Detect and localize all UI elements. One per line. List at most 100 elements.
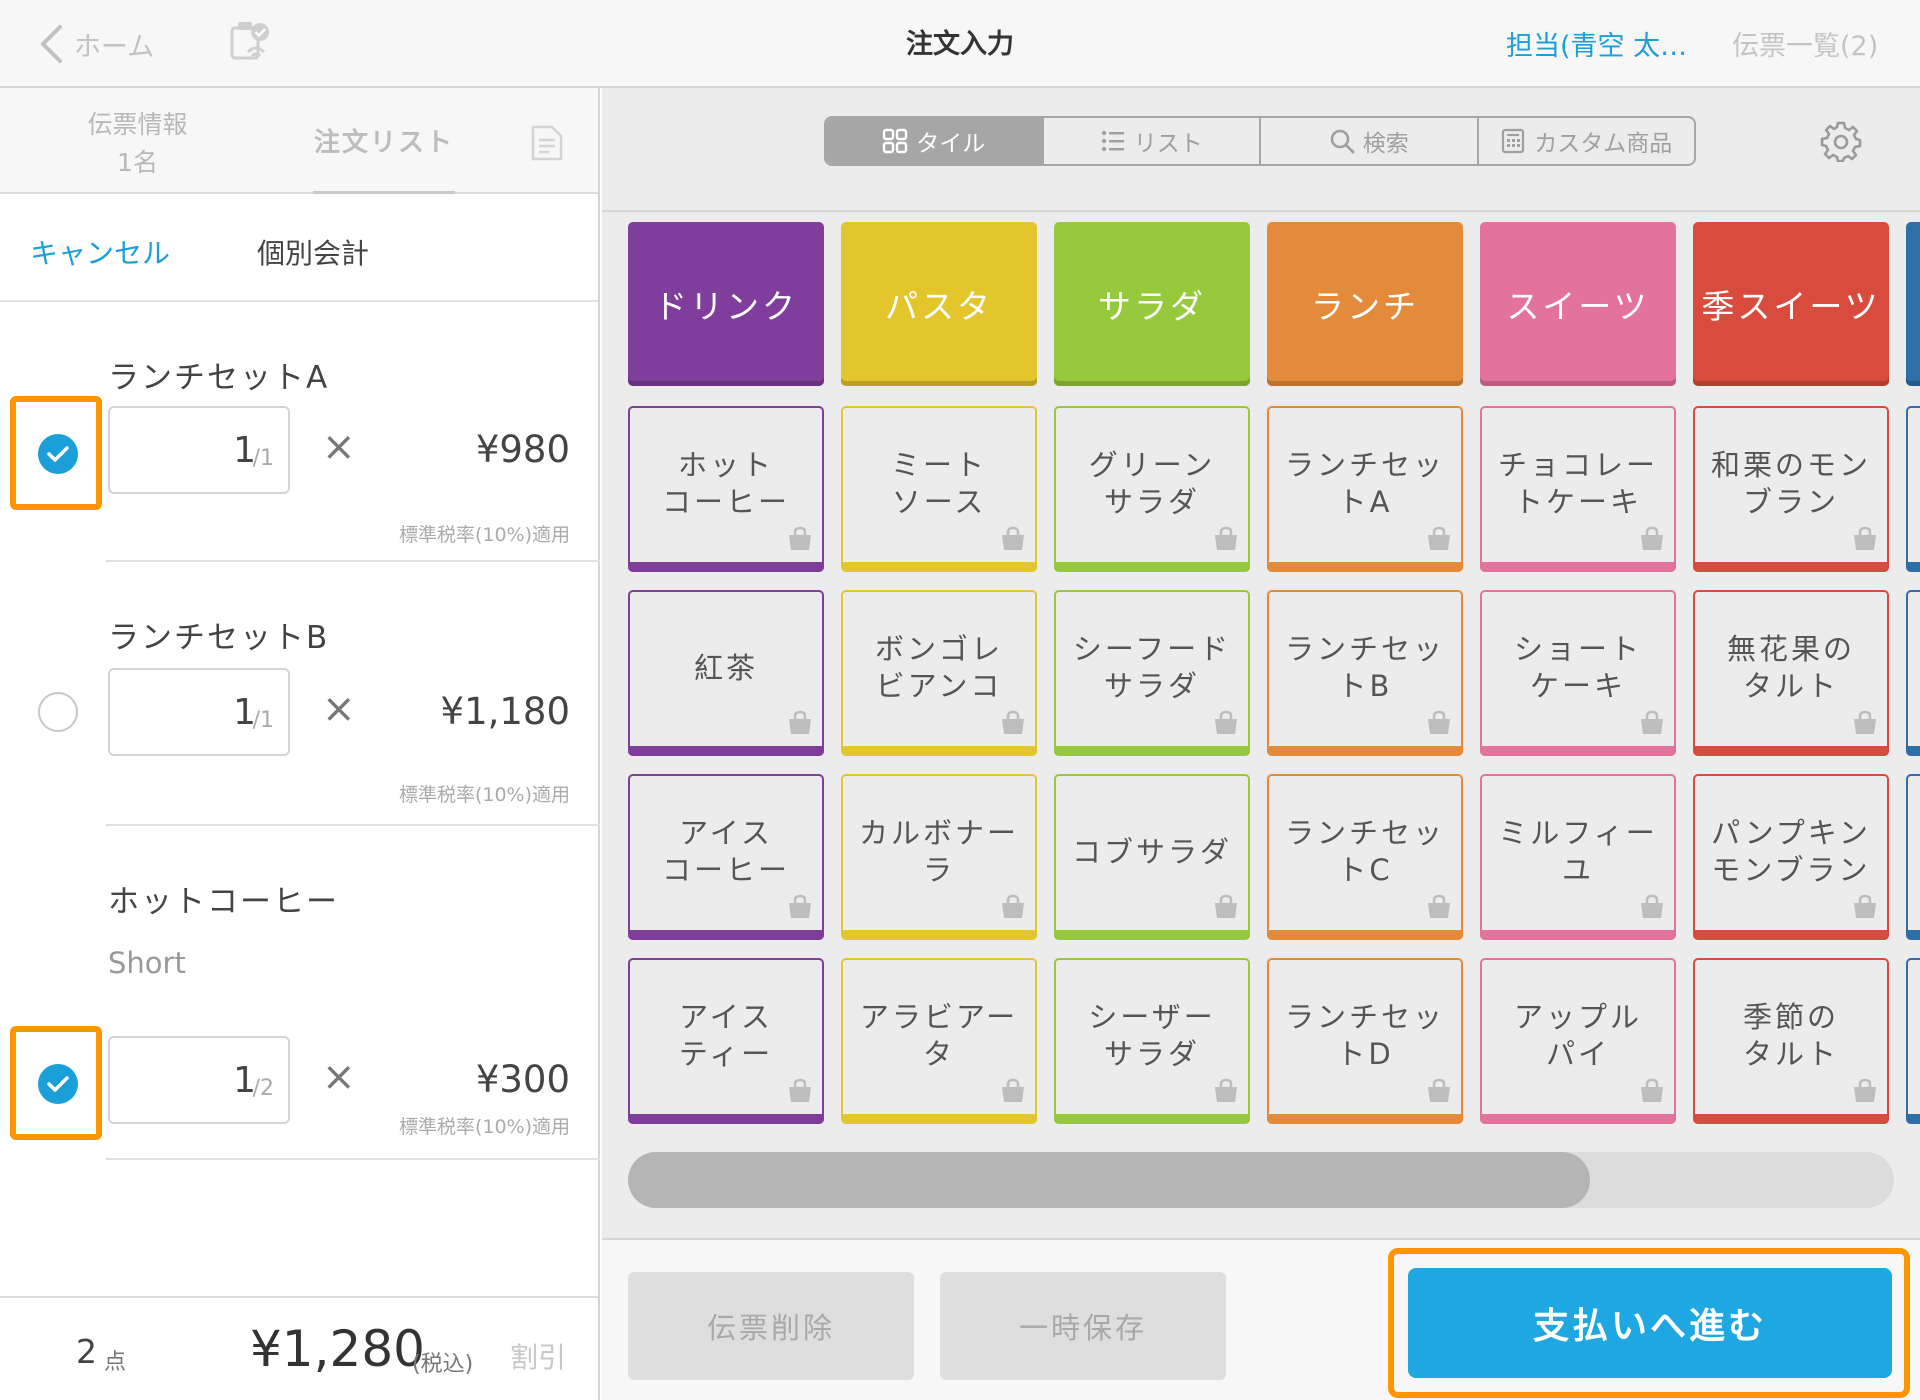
checkmark-icon xyxy=(47,446,69,462)
tab-order-list[interactable]: 注文リスト xyxy=(313,88,455,194)
product-tile[interactable]: シーザー サラダ xyxy=(1054,958,1250,1124)
product-tile[interactable]: チョコレー トケーキ xyxy=(1480,406,1676,572)
quantity-field[interactable]: 1 /1 xyxy=(108,406,290,494)
product-tile[interactable]: ミート ソース xyxy=(841,406,1037,572)
category-tile[interactable]: スイーツ xyxy=(1480,222,1676,386)
category-tile[interactable]: 季スイーツ xyxy=(1693,222,1889,386)
category-tile[interactable]: サラダ xyxy=(1054,222,1250,386)
product-tile[interactable] xyxy=(1906,774,1920,940)
sync-status-icon[interactable] xyxy=(226,18,274,66)
order-item-checkbox[interactable] xyxy=(38,1064,78,1104)
product-tile[interactable]: 無花果の タルト xyxy=(1693,590,1889,756)
order-panel: 伝票情報 1名 注文リスト キャンセル 個別会計 ランチセットA 1 /1 × … xyxy=(0,88,600,1400)
quantity-total: /1 xyxy=(252,708,274,733)
view-mode-list[interactable]: リスト xyxy=(1041,118,1260,164)
category-color-bar xyxy=(1906,562,1920,572)
order-item-name: ホットコーヒー xyxy=(108,884,339,920)
product-tile[interactable]: 紅茶 xyxy=(628,590,824,756)
tab-slip-info[interactable]: 伝票情報 1名 xyxy=(60,106,215,182)
takeout-bag-icon xyxy=(786,526,814,552)
category-color-bar xyxy=(1480,746,1676,756)
order-item-lunch-set-a: ランチセットA 1 /1 × ¥980 標準税率(10%)適用 xyxy=(0,302,600,562)
category-color-bar xyxy=(1054,930,1250,940)
document-icon[interactable] xyxy=(530,124,564,162)
product-tile[interactable]: ランチセッ トA xyxy=(1267,406,1463,572)
product-tile[interactable]: パンプキン モンブラン xyxy=(1693,774,1889,940)
takeout-bag-icon xyxy=(999,710,1027,736)
category-tile[interactable] xyxy=(1906,222,1920,386)
category-color-bar xyxy=(1480,930,1676,940)
product-tile[interactable]: カルボナー ラ xyxy=(841,774,1037,940)
product-tile[interactable]: アラビアー タ xyxy=(841,958,1037,1124)
product-tile[interactable] xyxy=(1906,958,1920,1124)
category-color-bar xyxy=(1693,1114,1889,1124)
product-tile-grid: ドリンク パスタ サラダ ランチ スイーツ 季スイーツホット コーヒー ミート ソース グリー… xyxy=(628,222,1920,1142)
product-tile[interactable]: アップル パイ xyxy=(1480,958,1676,1124)
takeout-bag-icon xyxy=(786,1078,814,1104)
takeout-bag-icon xyxy=(1851,894,1879,920)
product-tile[interactable]: 和栗のモン ブラン xyxy=(1693,406,1889,572)
takeout-bag-icon xyxy=(1638,526,1666,552)
list-icon xyxy=(1101,130,1124,152)
category-color-bar xyxy=(1267,930,1463,940)
takeout-bag-icon xyxy=(1212,526,1240,552)
view-mode-custom-product[interactable]: カスタム商品 xyxy=(1476,118,1695,164)
order-item-checkbox[interactable] xyxy=(38,434,78,474)
back-button[interactable]: ホーム xyxy=(38,20,154,68)
product-tile[interactable]: コブサラダ xyxy=(1054,774,1250,940)
order-panel-tabs: 伝票情報 1名 注文リスト xyxy=(0,88,598,194)
takeout-bag-icon xyxy=(1638,1078,1666,1104)
product-tile[interactable]: ミルフィー ユ xyxy=(1480,774,1676,940)
category-tile[interactable]: ドリンク xyxy=(628,222,824,386)
discount-button[interactable]: 割引 xyxy=(510,1336,566,1376)
proceed-payment-button[interactable]: 支払いへ進む xyxy=(1408,1268,1892,1378)
order-item-lunch-set-b: ランチセットB 1 /1 × ¥1,180 標準税率(10%)適用 xyxy=(0,562,600,826)
view-mode-tile[interactable]: タイル xyxy=(826,118,1042,164)
product-tile[interactable] xyxy=(1906,406,1920,572)
order-totals-bar: 2 点 ¥1,280 (税込) 割引 xyxy=(0,1296,598,1400)
product-tile[interactable]: ショート ケーキ xyxy=(1480,590,1676,756)
product-tile[interactable]: ランチセッ トC xyxy=(1267,774,1463,940)
order-item-checkbox[interactable] xyxy=(38,692,78,732)
horizontal-scrollbar[interactable] xyxy=(628,1152,1894,1208)
category-tile[interactable]: ランチ xyxy=(1267,222,1463,386)
temp-save-button[interactable]: 一時保存 xyxy=(940,1272,1226,1380)
product-tile[interactable]: アイス ティー xyxy=(628,958,824,1124)
cancel-button[interactable]: キャンセル xyxy=(30,232,170,272)
product-tile[interactable]: 季節の タルト xyxy=(1693,958,1889,1124)
scrollbar-thumb[interactable] xyxy=(628,1152,1591,1208)
product-panel: タイル リスト 検索 カスタム商品 ドリンク パスタ サラダ ランチ スイーツ 季スイーツ… xyxy=(602,88,1920,1400)
panel-divider xyxy=(602,210,1920,212)
product-tile[interactable]: ランチセッ トD xyxy=(1267,958,1463,1124)
multiply-sign: × xyxy=(322,686,356,732)
gear-icon[interactable] xyxy=(1820,120,1862,162)
takeout-bag-icon xyxy=(1425,710,1453,736)
product-tile[interactable]: ホット コーヒー xyxy=(628,406,824,572)
category-color-bar xyxy=(628,562,824,572)
slip-list-button[interactable]: 伝票一覧(2) xyxy=(1732,24,1878,63)
category-color-bar xyxy=(1267,562,1463,572)
product-tile-label xyxy=(1908,960,1920,1112)
takeout-bag-icon xyxy=(1212,1078,1240,1104)
product-tile[interactable]: アイス コーヒー xyxy=(628,774,824,940)
split-payment-button[interactable]: 個別会計 xyxy=(257,232,369,272)
category-tile[interactable]: パスタ xyxy=(841,222,1037,386)
order-item-price: ¥1,180 xyxy=(440,690,570,733)
category-label: ドリンク xyxy=(654,287,798,326)
delete-slip-button[interactable]: 伝票削除 xyxy=(628,1272,914,1380)
quantity-total: /1 xyxy=(252,446,274,471)
product-tile[interactable] xyxy=(1906,590,1920,756)
search-icon xyxy=(1330,129,1355,154)
product-tile[interactable]: グリーン サラダ xyxy=(1054,406,1250,572)
quantity-field[interactable]: 1 /2 xyxy=(108,1036,290,1124)
takeout-bag-icon xyxy=(1638,894,1666,920)
product-tile[interactable]: シーフード サラダ xyxy=(1054,590,1250,756)
category-label: スイーツ xyxy=(1506,287,1650,326)
view-mode-search[interactable]: 検索 xyxy=(1259,118,1477,164)
staff-selector[interactable]: 担当(青空 太… xyxy=(1506,24,1694,63)
quantity-field[interactable]: 1 /1 xyxy=(108,668,290,756)
product-tile[interactable]: ランチセッ トB xyxy=(1267,590,1463,756)
order-item-option: Short xyxy=(108,946,186,980)
product-tile[interactable]: ボンゴレ ビアンコ xyxy=(841,590,1037,756)
item-count: 2 xyxy=(76,1332,97,1371)
